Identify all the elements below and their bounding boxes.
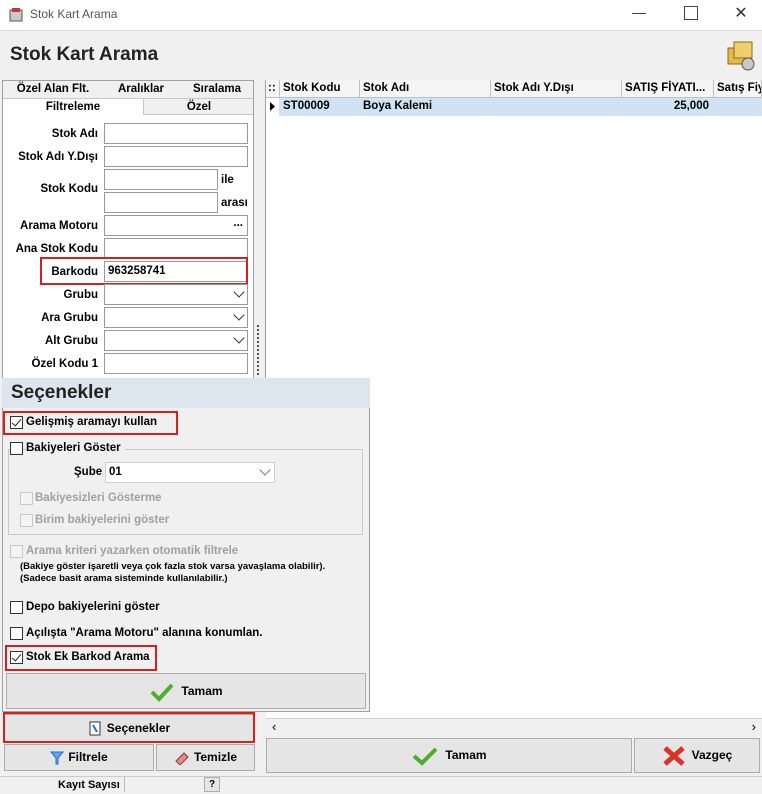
chevron-down-icon bbox=[233, 286, 245, 298]
table-cell-stok-adi[interactable]: Boya Kalemi bbox=[360, 98, 491, 116]
checkmark-icon bbox=[413, 747, 438, 766]
table-cell-stok-adi-ydisi[interactable] bbox=[491, 98, 622, 116]
arama-motoru-label: Arama Motoru bbox=[20, 220, 98, 232]
kayit-sayisi-value bbox=[124, 777, 204, 792]
checkmark-icon bbox=[151, 683, 174, 702]
ellipsis-button[interactable]: ... bbox=[233, 214, 243, 233]
bakiyesizleri-checkbox bbox=[20, 492, 33, 505]
column-header-stok-adi[interactable]: Stok Adı bbox=[360, 80, 491, 98]
options-title: Seçenekler bbox=[2, 378, 370, 408]
acilista-checkbox[interactable] bbox=[10, 627, 23, 640]
grid-indicator-header: :: bbox=[266, 80, 280, 98]
tab-filtreleme[interactable]: Filtreleme bbox=[3, 98, 143, 115]
minimize-button[interactable]: — bbox=[627, 4, 651, 26]
secenekler-highlight bbox=[3, 712, 255, 743]
depo-bakiye-label: Depo bakiyelerini göster bbox=[26, 601, 160, 613]
stok-ek-barkod-highlight bbox=[5, 645, 157, 671]
stok-adi-ydisi-input[interactable] bbox=[104, 146, 248, 167]
ana-stok-kodu-input[interactable] bbox=[104, 238, 248, 259]
ana-stok-kodu-label: Ana Stok Kodu bbox=[15, 243, 98, 255]
birim-bakiye-checkbox bbox=[20, 514, 33, 527]
table-cell-satis-fiy[interactable] bbox=[714, 98, 762, 116]
table-cell-satis-fiyati[interactable]: 25,000 bbox=[622, 98, 714, 116]
scroll-right-icon[interactable]: › bbox=[752, 719, 756, 734]
stok-adi-input[interactable] bbox=[104, 123, 248, 144]
depo-bakiye-checkbox[interactable] bbox=[10, 601, 23, 614]
window-title: Stok Kart Arama bbox=[30, 7, 118, 21]
arama-motoru-input[interactable]: ... bbox=[104, 215, 248, 236]
ara-grubu-label: Ara Grubu bbox=[41, 312, 98, 324]
sube-label: Şube bbox=[74, 466, 103, 478]
stok-kodu-label: Stok Kodu bbox=[40, 183, 99, 195]
tab-ozel-alan-flt[interactable]: Özel Alan Flt. bbox=[3, 81, 103, 98]
scroll-left-icon[interactable]: ‹ bbox=[272, 719, 276, 734]
gelismis-highlight bbox=[3, 411, 178, 435]
ile-label: ile bbox=[221, 174, 234, 186]
temizle-button[interactable]: Temizle bbox=[156, 744, 255, 771]
close-button[interactable]: ✕ bbox=[730, 3, 752, 25]
tab-araliklar[interactable]: Aralıklar bbox=[103, 81, 179, 98]
note-line-2: (Sadece basit arama sisteminde kullanıla… bbox=[20, 573, 228, 584]
stok-kodu-end-input[interactable] bbox=[104, 192, 218, 213]
alt-grubu-label: Alt Grubu bbox=[44, 335, 98, 347]
cancel-icon bbox=[662, 745, 685, 766]
stok-adi-ydisi-label: Stok Adı Y.Dışı bbox=[18, 151, 98, 163]
grubu-select[interactable] bbox=[104, 284, 248, 305]
filtrele-button[interactable]: Filtrele bbox=[4, 744, 154, 771]
sube-select[interactable]: 01 bbox=[105, 462, 275, 483]
chevron-down-icon bbox=[233, 332, 245, 344]
ara-grubu-select[interactable] bbox=[104, 307, 248, 328]
horizontal-scrollbar[interactable]: ‹ › bbox=[266, 718, 762, 735]
help-button[interactable]: ? bbox=[204, 777, 220, 792]
stock-cards-icon bbox=[724, 38, 758, 72]
row-indicator-icon bbox=[266, 98, 280, 116]
app-icon bbox=[8, 7, 24, 23]
eraser-icon bbox=[175, 752, 189, 766]
page-title: Stok Kart Arama bbox=[10, 44, 159, 65]
funnel-icon bbox=[50, 751, 65, 765]
table-cell-stok-kodu[interactable]: ST00009 bbox=[280, 98, 360, 116]
grubu-label: Grubu bbox=[63, 289, 99, 301]
ozel-kodu-1-input[interactable] bbox=[104, 353, 248, 374]
otomatik-filtre-label: Arama kriteri yazarken otomatik filtrele bbox=[26, 545, 239, 557]
tab-ozel[interactable]: Özel bbox=[143, 98, 253, 115]
acilista-label: Açılışta "Arama Motoru" alanına konumlan… bbox=[26, 627, 263, 639]
tamam-button[interactable]: Tamam bbox=[266, 738, 632, 773]
note-line-1: (Bakiye göster işaretli veya çok fazla s… bbox=[20, 561, 326, 572]
chevron-down-icon bbox=[233, 309, 245, 321]
otomatik-filtre-checkbox bbox=[10, 545, 23, 558]
stok-kodu-start-input[interactable] bbox=[104, 169, 218, 190]
column-header-stok-kodu[interactable]: Stok Kodu bbox=[280, 80, 360, 98]
stok-adi-label: Stok Adı bbox=[51, 128, 98, 140]
bakiyesizleri-label: Bakiyesizleri Gösterme bbox=[35, 492, 162, 504]
column-header-satis-fiy[interactable]: Satış Fiy bbox=[714, 80, 762, 98]
arasi-label: arası bbox=[221, 197, 248, 209]
options-tamam-button[interactable]: Tamam bbox=[6, 673, 366, 709]
maximize-button[interactable] bbox=[684, 6, 698, 20]
bakiyeleri-goster-checkbox[interactable] bbox=[10, 442, 23, 455]
column-header-satis-fiyati[interactable]: SATIŞ FİYATI... bbox=[622, 80, 714, 98]
column-header-stok-adi-ydisi[interactable]: Stok Adı Y.Dışı bbox=[491, 80, 622, 98]
ozel-kodu-1-label: Özel Kodu 1 bbox=[31, 358, 98, 370]
panel-splitter[interactable] bbox=[254, 80, 266, 380]
alt-grubu-select[interactable] bbox=[104, 330, 248, 351]
bakiyeleri-goster-label: Bakiyeleri Göster bbox=[26, 442, 125, 454]
birim-bakiye-label: Birim bakiyelerini göster bbox=[35, 514, 170, 526]
vazgec-button[interactable]: Vazgeç bbox=[634, 738, 760, 773]
barkodu-highlight bbox=[40, 257, 248, 285]
kayit-sayisi-label: Kayıt Sayısı bbox=[58, 779, 120, 791]
tab-siralama[interactable]: Sıralama bbox=[179, 81, 253, 98]
